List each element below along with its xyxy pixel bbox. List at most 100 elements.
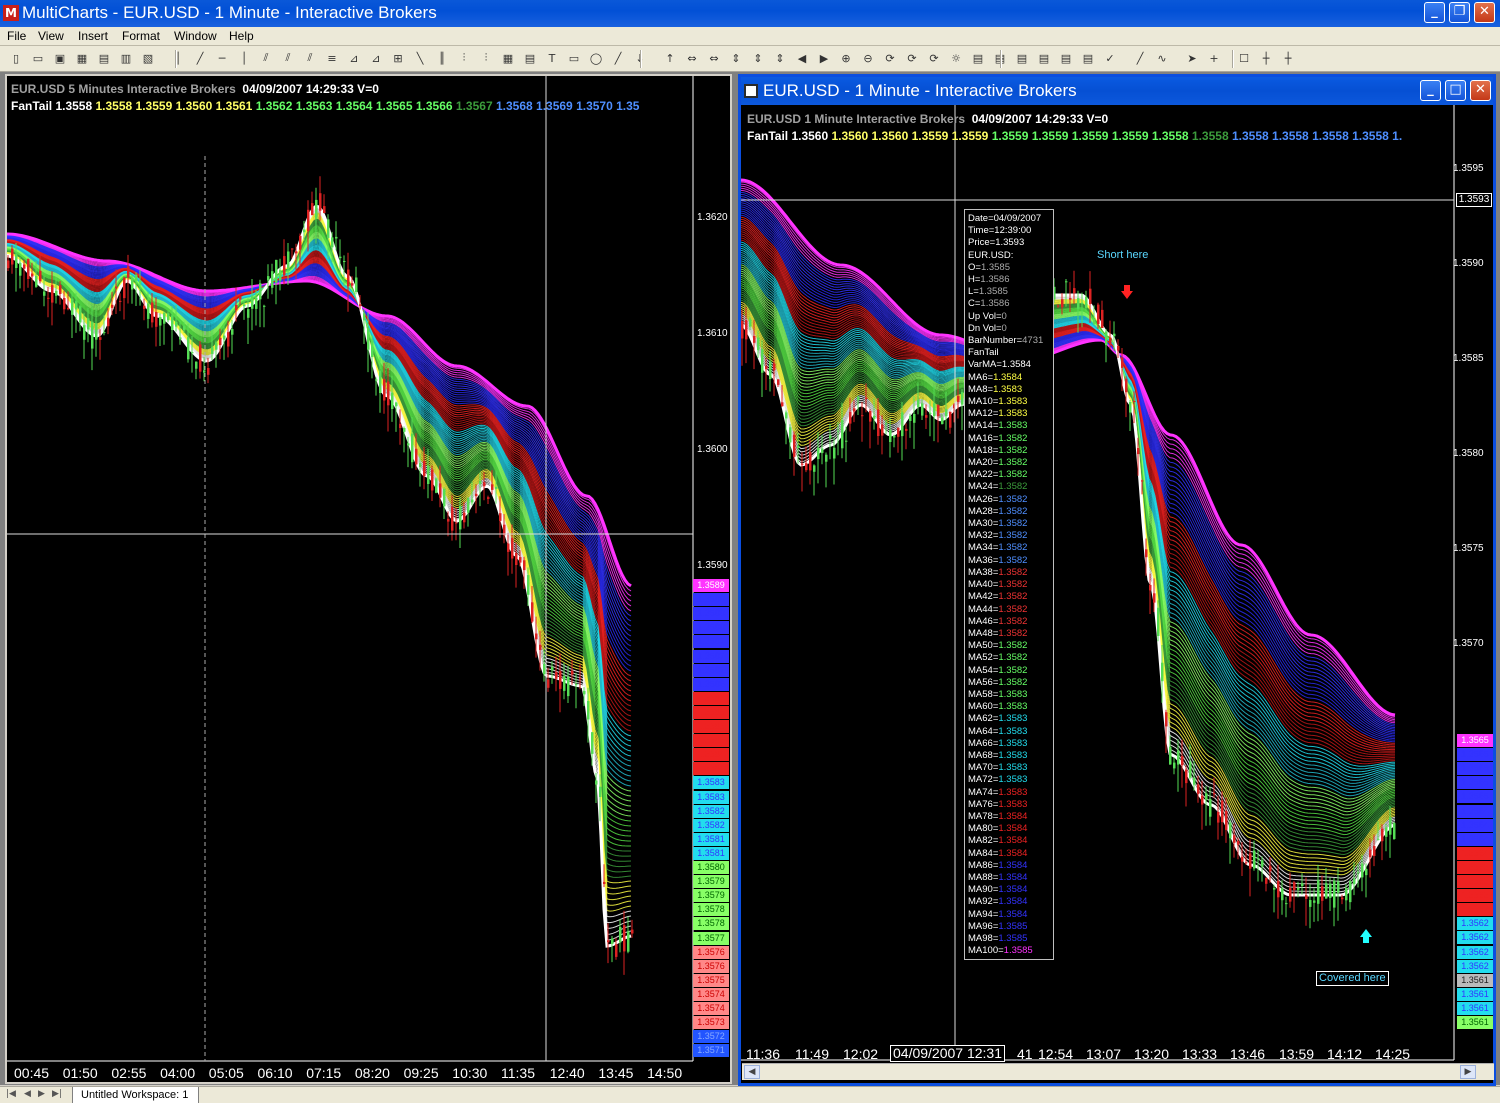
refresh3-icon[interactable]: ⟳ (926, 50, 942, 66)
chart-minimize-button[interactable]: _ (1420, 80, 1441, 101)
view5-icon[interactable]: ▤ (1058, 50, 1074, 66)
view1-icon[interactable]: ▤ (970, 50, 986, 66)
price-level-tag: 1.3581 (693, 832, 729, 846)
close-button[interactable]: ✕ (1474, 2, 1495, 23)
price-bar-body (1301, 883, 1304, 886)
price-axis-label: 1.3590 (1453, 258, 1484, 269)
price-bar-body (375, 379, 378, 381)
cycle-icon[interactable]: ║ (434, 50, 450, 66)
move-icon[interactable]: ┼ (1258, 50, 1274, 66)
andrews-icon[interactable]: ╲ (412, 50, 428, 66)
price-level-tag: 1.3565 (1457, 734, 1493, 747)
arc-icon[interactable]: ⫶ (478, 50, 494, 66)
gann-icon[interactable]: ⊿ (368, 50, 384, 66)
prev-tab-icon[interactable]: ◀ (24, 1089, 31, 1099)
ellipse-icon[interactable]: ◯ (588, 50, 604, 66)
sun-icon[interactable]: ☼ (948, 50, 964, 66)
chart-canvas-5min[interactable] (7, 76, 730, 1082)
properties-icon[interactable]: ▥ (118, 50, 134, 66)
next-tab-icon[interactable]: ▶ (38, 1089, 45, 1099)
time-zones-icon[interactable]: ⫶ (456, 50, 472, 66)
zoom-in-icon[interactable]: ⊕ (838, 50, 854, 66)
trendline-icon[interactable]: ╱ (192, 50, 208, 66)
view4-icon[interactable]: ▤ (1036, 50, 1052, 66)
scroll-left-icon[interactable]: ◀ (794, 50, 810, 66)
covered-here-annotation: Covered here (1316, 971, 1389, 986)
pen-icon[interactable]: ╱ (1132, 50, 1148, 66)
text-icon[interactable]: T (544, 50, 560, 66)
move2-icon[interactable]: ┼ (1280, 50, 1296, 66)
last-tab-icon[interactable]: ▶| (52, 1089, 62, 1099)
view6-icon[interactable]: ▤ (1080, 50, 1096, 66)
minimize-button[interactable]: _ (1424, 2, 1445, 23)
chart-maximize-button[interactable]: □ (1445, 80, 1466, 101)
menu-format[interactable]: Format (122, 29, 160, 43)
angle-icon[interactable]: ⊿ (346, 50, 362, 66)
fantail-value: 1.3559 (135, 99, 176, 113)
price-bar-body (785, 412, 788, 419)
price-bar-body (459, 506, 462, 530)
format-icon[interactable]: ▧ (140, 50, 156, 66)
wave-icon[interactable]: ∿ (1154, 50, 1170, 66)
fib3-icon[interactable]: ⫽ (302, 50, 318, 66)
first-tab-icon[interactable]: |◀ (6, 1089, 16, 1099)
main-toolbar: ▯ ▭ ▣ ▦ ▤ ▥ ▧ │ ╱ ─ │ ⫽ ⫽ ⫽ ≡ ⊿ ⊿ ⊞ ╲ ║ ⫶ ⫶ ▦ ▤ T ▭ ◯ ╱ ↓ ↑ ⇔ ⇔ ⇕ ⇕ ⇕ ◀ ▶ ⊕ ⊖ ⟳… (0, 46, 1500, 72)
price-bar-body (1369, 849, 1372, 858)
print-preview-icon[interactable]: ▤ (96, 50, 112, 66)
menu-help[interactable]: Help (229, 29, 254, 43)
new-icon[interactable]: ▯ (8, 50, 24, 66)
print-icon[interactable]: ▦ (74, 50, 90, 66)
zoom-out-icon[interactable]: ⊖ (860, 50, 876, 66)
restore-button[interactable]: ❐ (1449, 2, 1470, 23)
tooltip-row: MA52=1.3582 (968, 652, 1028, 664)
hline-icon[interactable]: ─ (214, 50, 230, 66)
zoom-h2-icon[interactable]: ⇔ (706, 50, 722, 66)
scroll-right-icon[interactable]: ▶ (816, 50, 832, 66)
chart-close-button[interactable]: ✕ (1470, 80, 1491, 101)
price-bar-body (131, 277, 134, 290)
fan-icon[interactable]: ▦ (500, 50, 516, 66)
price-bar-body (897, 427, 900, 437)
fib-icon[interactable]: ⫽ (258, 50, 274, 66)
save-icon[interactable]: ▣ (52, 50, 68, 66)
vline-icon[interactable]: │ (236, 50, 252, 66)
grid-icon[interactable]: ⊞ (390, 50, 406, 66)
crosshair-icon[interactable]: + (1206, 50, 1222, 66)
chart-window-titlebar[interactable]: EUR.USD - 1 Minute - Interactive Brokers… (741, 77, 1493, 105)
chart-symbol-label: EUR.USD 5 Minutes Interactive Brokers (11, 82, 236, 96)
zoom-h-icon[interactable]: ⇔ (684, 50, 700, 66)
separator-line-icon[interactable]: │ (170, 50, 186, 66)
rect-icon[interactable]: ▭ (566, 50, 582, 66)
comment-icon[interactable]: ☐ (1236, 50, 1252, 66)
text-box-icon[interactable]: ▤ (522, 50, 538, 66)
scroll-right-arrow-icon[interactable]: ▶ (1460, 1065, 1476, 1079)
workspace-tab[interactable]: Untitled Workspace: 1 (72, 1087, 200, 1103)
menu-view[interactable]: View (38, 29, 64, 43)
fib2-icon[interactable]: ⫽ (280, 50, 296, 66)
zoom-v2-icon[interactable]: ⇕ (750, 50, 766, 66)
scroll-left-arrow-icon[interactable]: ◀ (744, 1065, 760, 1079)
menu-window[interactable]: Window (174, 29, 217, 43)
channel-icon[interactable]: ≡ (324, 50, 340, 66)
refresh-icon[interactable]: ⟳ (882, 50, 898, 66)
tooltip-row: MA6=1.3584 (968, 371, 1023, 383)
refresh2-icon[interactable]: ⟳ (904, 50, 920, 66)
price-bar-body (1385, 827, 1388, 837)
open-icon[interactable]: ▭ (30, 50, 46, 66)
zoom-v3-icon[interactable]: ⇕ (772, 50, 788, 66)
view3-icon[interactable]: ▤ (1014, 50, 1030, 66)
price-bar-body (471, 499, 474, 503)
freehand-icon[interactable]: ╱ (610, 50, 626, 66)
menu-insert[interactable]: Insert (78, 29, 108, 43)
chart-window-1min[interactable]: EUR.USD - 1 Minute - Interactive Brokers… (738, 74, 1496, 1086)
chart-window-5min[interactable]: EUR.USD 5 Minutes Interactive Brokers 04… (5, 74, 732, 1084)
check-icon[interactable]: ✓ (1102, 50, 1118, 66)
price-bar-body (1225, 811, 1228, 830)
pointer-icon[interactable]: ➤ (1184, 50, 1200, 66)
menu-file[interactable]: File (7, 29, 26, 43)
chart-horizontal-scrollbar[interactable]: ◀ ▶ (742, 1063, 1494, 1080)
zoom-v-icon[interactable]: ⇕ (728, 50, 744, 66)
arrow-up-icon[interactable]: ↑ (662, 50, 678, 66)
app-titlebar[interactable]: M MultiCharts - EUR.USD - 1 Minute - Int… (0, 0, 1500, 27)
cover-arrow-icon (1360, 929, 1372, 943)
